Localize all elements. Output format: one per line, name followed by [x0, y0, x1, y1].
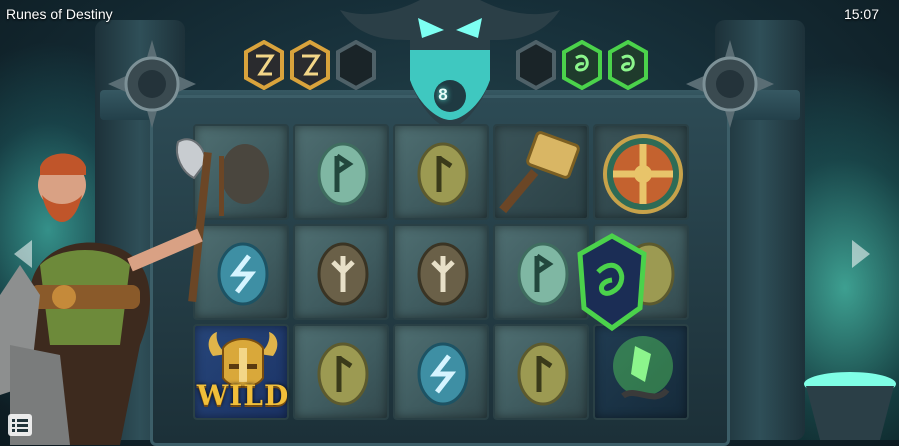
reel-cell: [293, 324, 389, 420]
rune-yellow-c-icon: [517, 342, 569, 406]
golden-hammer-icon: [499, 131, 580, 214]
empty-slot-icon: [336, 40, 376, 90]
chevron-right-icon[interactable]: [846, 236, 876, 272]
rune-brown-y-icon: [417, 242, 469, 306]
gold-rune-icon: [290, 40, 330, 90]
clock: 15:07: [843, 6, 879, 22]
reel-cell: [493, 324, 589, 420]
rune-yellow-c-icon: [417, 142, 469, 206]
reel-cell: [393, 324, 489, 420]
reel-cell: [393, 224, 489, 320]
glowing-cauldron-icon: [804, 372, 896, 440]
reel-cell: [593, 324, 689, 420]
menu-list-icon[interactable]: [8, 414, 32, 436]
spiked-orb-right-icon: [686, 40, 774, 128]
chevron-left-icon[interactable]: [8, 236, 38, 272]
game-title: Runes of Destiny: [6, 6, 113, 22]
viking-warrior-icon: [0, 153, 203, 445]
rune-blue-s-icon: [417, 342, 469, 406]
green-rune-icon: [608, 40, 648, 90]
reel-cell: [293, 124, 389, 220]
free-spins-counter: 8: [438, 85, 448, 104]
rune-green-p-icon: [317, 142, 369, 206]
gold-rune-icon: [244, 40, 284, 90]
rune-brown-y-icon: [317, 242, 369, 306]
game-scene: 8 WILD Runes of Destiny 15:07: [0, 0, 899, 446]
reel-cell: [593, 124, 689, 220]
rune-yellow-c-icon: [317, 342, 369, 406]
green-magic-rune-icon: [577, 233, 647, 332]
spiked-orb-left-icon: [108, 40, 196, 128]
reel-cell: [393, 124, 489, 220]
round-shield-icon: [603, 134, 683, 214]
reel-cell: [493, 124, 589, 220]
green-rune-icon: [562, 40, 602, 90]
reel-cell: [293, 224, 389, 320]
empty-slot-icon: [516, 40, 556, 90]
green-magic-spiral-icon: [613, 336, 673, 400]
